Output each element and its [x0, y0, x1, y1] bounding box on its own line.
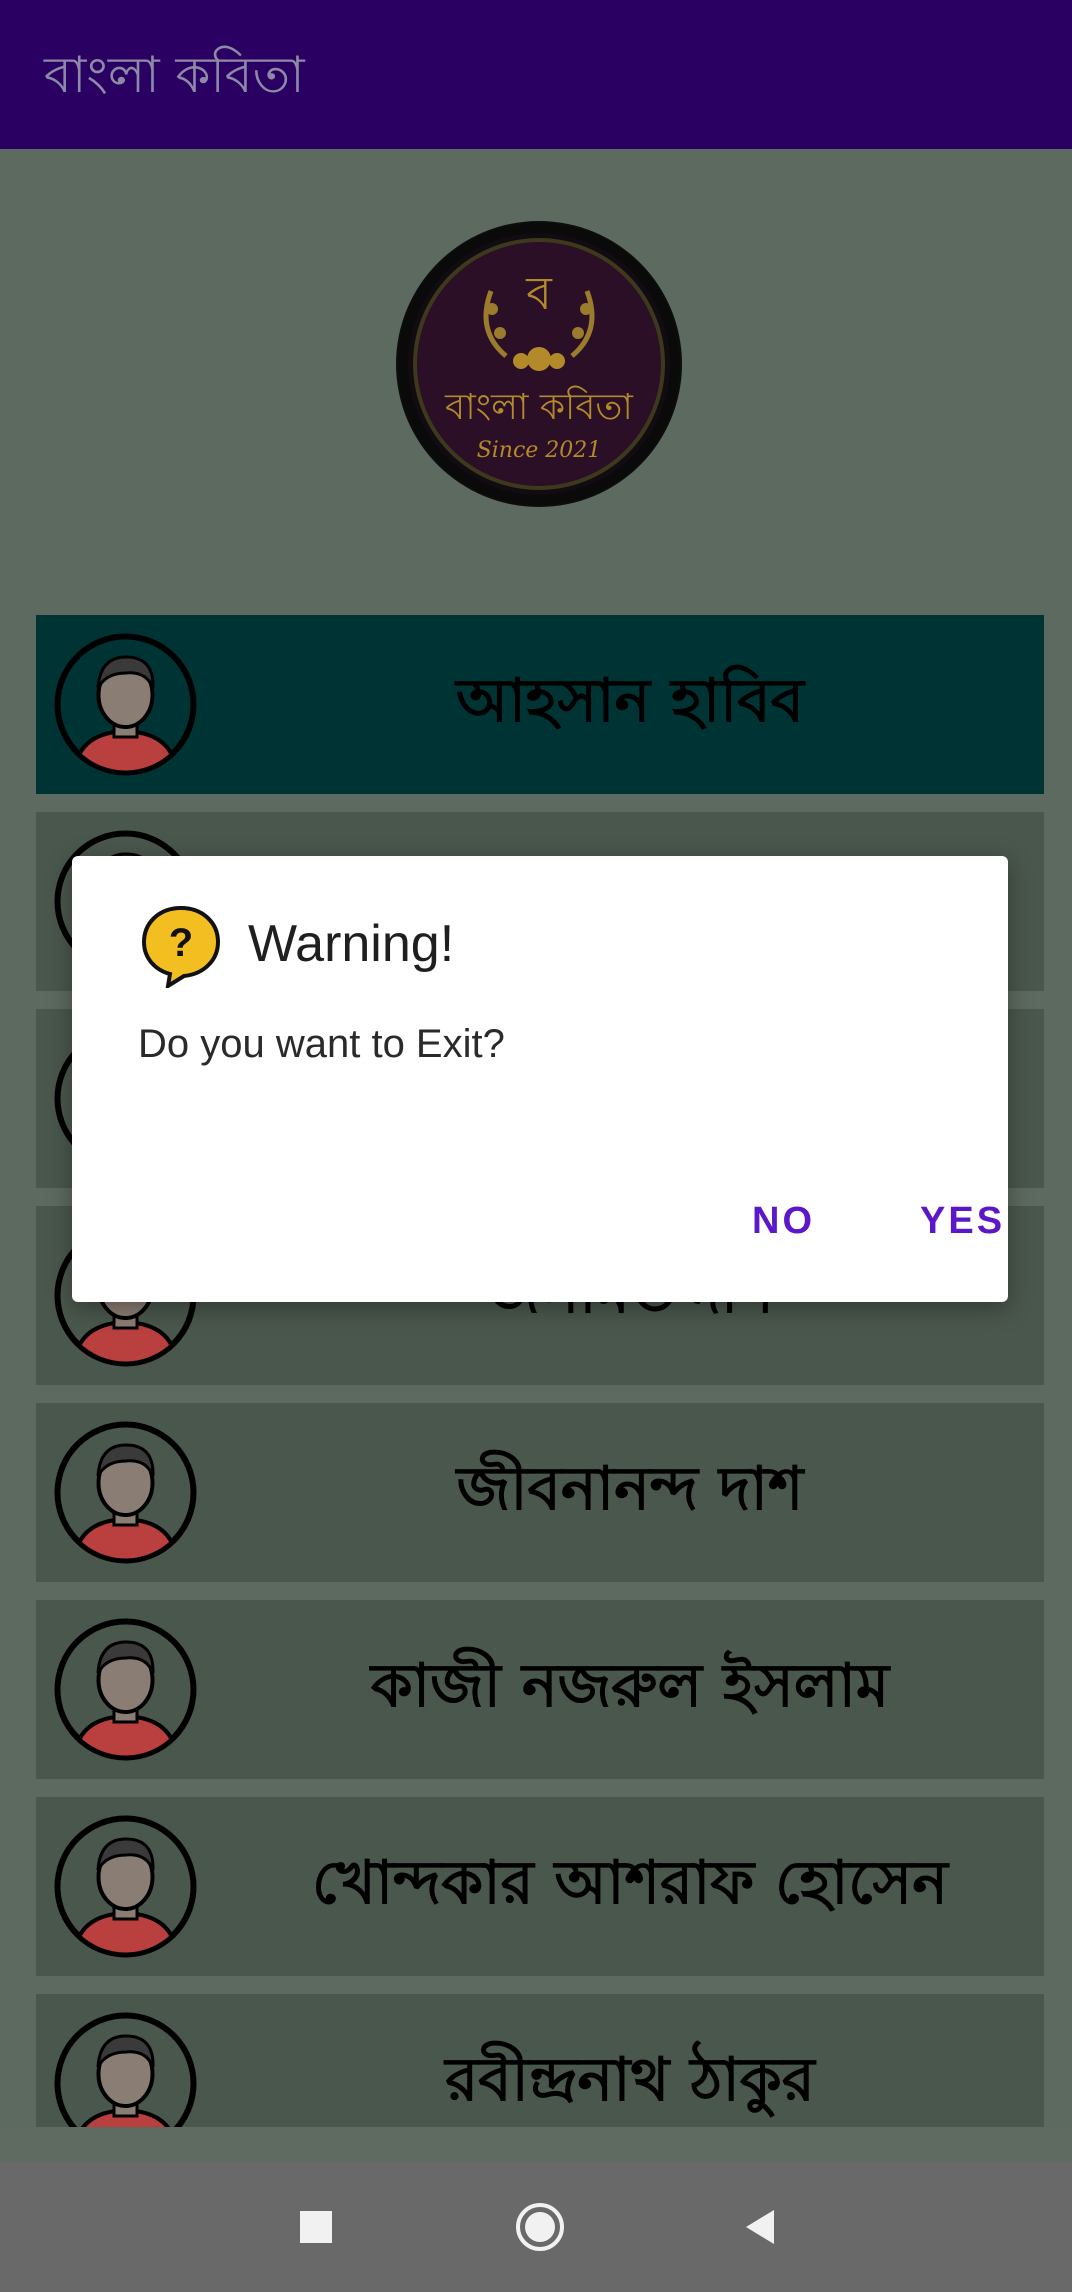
app-title: বাংলা কবিতা — [44, 46, 305, 104]
exit-dialog: ? Warning! Do you want to Exit? NO YES — [72, 856, 1008, 1302]
yes-button[interactable]: YES — [906, 1190, 1019, 1253]
avatar-icon — [54, 633, 197, 776]
avatar-icon — [54, 2012, 197, 2127]
dialog-message: Do you want to Exit? — [138, 1022, 505, 1066]
home-button[interactable] — [480, 2162, 600, 2292]
svg-text:?: ? — [169, 921, 193, 965]
poet-name: কাজী নজরুল ইসলাম — [370, 1650, 890, 1721]
question-bubble-icon: ? — [141, 905, 221, 988]
poet-row[interactable]: জীবনানন্দ দাশ — [36, 1403, 1044, 1582]
recents-button[interactable] — [256, 2162, 376, 2292]
avatar-icon — [54, 1618, 197, 1761]
back-button[interactable] — [700, 2162, 820, 2292]
poet-name: আহসান হাবিব — [455, 665, 805, 736]
poet-row[interactable]: খোন্দকার আশরাফ হোসেন — [36, 1797, 1044, 1976]
logo-letter: ব — [525, 266, 553, 320]
poet-row[interactable]: আহসান হাবিব — [36, 615, 1044, 794]
poet-row[interactable]: কাজী নজরুল ইসলাম — [36, 1600, 1044, 1779]
poet-row[interactable]: রবীন্দ্রনাথ ঠাকুর — [36, 1994, 1044, 2127]
avatar-icon — [54, 1421, 197, 1564]
system-nav-bar — [0, 2162, 1072, 2292]
app-logo: ব বাংলা কবিতা Since 2021 — [396, 221, 682, 507]
logo-emblem-icon: ব বাংলা কবিতা Since 2021 — [398, 223, 680, 505]
recents-square-icon — [300, 2211, 332, 2243]
logo-name: বাংলা কবিতা — [444, 386, 633, 428]
poet-name: খোন্দকার আশরাফ হোসেন — [311, 1847, 948, 1918]
poet-list: আহসান হাবিব জীবনানন্দ দাশ কাজী নজরুল ইসল… — [36, 615, 1044, 2127]
avatar-icon — [54, 1815, 197, 1958]
app-bar: বাংলা কবিতা — [0, 0, 1072, 149]
no-button[interactable]: NO — [738, 1190, 829, 1253]
dialog-title: Warning! — [248, 915, 455, 973]
poet-name: জীবনানন্দ দাশ — [456, 1453, 804, 1524]
home-circle-icon — [516, 2203, 564, 2251]
logo-since: Since 2021 — [477, 438, 602, 463]
back-triangle-icon — [746, 2210, 774, 2244]
poet-name: রবীন্দ্রনাথ ঠাকুর — [445, 2044, 815, 2115]
